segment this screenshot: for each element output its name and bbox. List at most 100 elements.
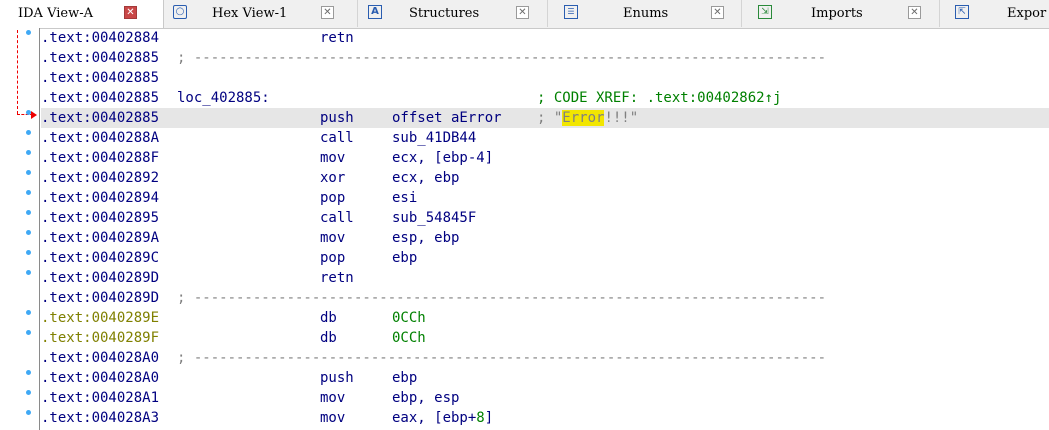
operand: 0CCh [392,310,426,326]
close-icon[interactable]: ✕ [711,6,724,19]
breakpoint-dot-icon[interactable] [26,30,31,35]
address: .text:00402885 [41,110,160,126]
code-line[interactable]: .text:0040289A mov esp, ebp [41,228,1049,248]
breakpoint-dot-icon[interactable] [26,390,31,395]
tab-bar: IDA View-A ✕ ○ Hex View-1 ✕ A Structures… [0,0,1049,29]
enums-icon: ☰ [564,5,578,19]
operand: esi [392,190,418,206]
mnemonic: mov [320,410,346,426]
operand: 0CCh [392,330,426,346]
operand: sub_54845F [392,210,477,226]
breakpoint-dot-icon[interactable] [26,170,31,175]
address: .text:0040289A [41,230,160,246]
tab-label: Structures [409,6,480,21]
code-line[interactable]: .text:0040289D ; ------------------------… [41,288,1049,308]
address: .text:00402892 [41,170,160,186]
address: .text:00402894 [41,190,160,206]
code-line[interactable]: .text:0040289D retn [41,268,1049,288]
string-comment: ; "Error!!!" [537,110,639,126]
breakpoint-dot-icon[interactable] [26,270,31,275]
xref-comment: ; CODE XREF: .text:00402862↑j [537,90,782,106]
tab-enums[interactable]: ☰ Enums ✕ [548,0,742,27]
code-line[interactable]: .text:004028A0 push ebp [41,368,1049,388]
operand: ebp [392,250,418,266]
mnemonic: mov [320,230,346,246]
mnemonic: retn [320,30,354,46]
address: .text:0040288A [41,130,160,146]
operand: ebp [392,370,418,386]
tab-imports[interactable]: ⇲ Imports ✕ [742,0,940,27]
structures-icon: A [368,5,382,19]
code-line[interactable]: .text:004028A0 ; ------------------------… [41,348,1049,368]
address: .text:00402885 [41,90,160,106]
breakpoint-dot-icon[interactable] [26,110,31,115]
breakpoint-dot-icon[interactable] [26,130,31,135]
code-line[interactable]: .text:0040288F mov ecx, [ebp-4] [41,148,1049,168]
operand: ecx, [ebp-4] [392,150,494,166]
jump-arrow-head-icon [31,111,37,119]
operand: ecx, ebp [392,170,460,186]
close-icon[interactable]: ✕ [321,6,334,19]
code-line[interactable]: .text:00402885 loc_402885: ; CODE XREF: .t… [41,88,1049,108]
address: .text:0040289E [41,310,160,326]
code-line[interactable]: .text:0040289F db 0CCh [41,328,1049,348]
separator-line: ; --------------------------------------… [177,290,827,306]
mnemonic: call [320,210,354,226]
breakpoint-dot-icon[interactable] [26,330,31,335]
code-line[interactable]: .text:00402895 call sub_54845F [41,208,1049,228]
operand: esp, ebp [392,230,460,246]
breakpoint-dot-icon[interactable] [26,230,31,235]
hex-view-icon: ○ [173,5,187,19]
exports-icon: ⇱ [955,5,969,19]
close-icon[interactable]: ✕ [124,6,137,19]
tab-ida-view-a[interactable]: IDA View-A ✕ [0,0,164,28]
code-line[interactable]: .text:0040289E db 0CCh [41,308,1049,328]
breakpoint-dot-icon[interactable] [26,310,31,315]
code-label: loc_402885: [177,90,270,106]
code-line[interactable]: .text:0040288A call sub_41DB44 [41,128,1049,148]
code-line[interactable]: .text:00402885 ; ------------------------… [41,48,1049,68]
address: .text:004028A1 [41,390,160,406]
breakpoint-dot-icon[interactable] [26,370,31,375]
code-line[interactable]: .text:00402884 retn [41,28,1049,48]
tab-hex-view-1[interactable]: ○ Hex View-1 ✕ [164,0,358,27]
close-icon[interactable]: ✕ [516,6,529,19]
breakpoint-dot-icon[interactable] [26,210,31,215]
mnemonic: retn [320,270,354,286]
mnemonic: db [320,310,337,326]
code-line[interactable]: .text:00402885 push offset aError ; "Error!… [41,108,1049,128]
code-line[interactable]: .text:00402892 xor ecx, ebp [41,168,1049,188]
disassembly-view[interactable]: .text:00402884 retn .text:00402885 ; ------… [0,28,1049,430]
address: .text:00402885 [41,70,160,86]
gutter-separator [39,28,40,430]
operand: sub_41DB44 [392,130,477,146]
code-line[interactable]: .text:004028A1 mov ebp, esp [41,388,1049,408]
operand: offset aError [392,110,502,126]
address: .text:004028A0 [41,370,160,386]
tab-label: Enums [623,6,669,21]
breakpoint-dot-icon[interactable] [26,250,31,255]
separator-line: ; --------------------------------------… [177,350,827,366]
address: .text:004028A0 [41,350,160,366]
code-line[interactable]: .text:004028A3 mov eax, [ebp+8] [41,408,1049,428]
address: .text:0040289F [41,330,160,346]
address: .text:0040289D [41,270,160,286]
breakpoint-dot-icon[interactable] [26,410,31,415]
tab-structures[interactable]: A Structures ✕ [358,0,548,27]
code-line[interactable]: .text:00402894 pop esi [41,188,1049,208]
close-icon[interactable]: ✕ [908,6,921,19]
tab-label: Hex View-1 [212,6,288,21]
tab-label: IDA View-A [18,6,93,21]
address: .text:0040289D [41,290,160,306]
code-line[interactable]: .text:00402885 [41,68,1049,88]
mnemonic: mov [320,150,346,166]
operand: ebp, esp [392,390,460,406]
code-line[interactable]: .text:0040289C pop ebp [41,248,1049,268]
tab-label: Imports [811,6,863,21]
operand: eax, [ebp+8] [392,410,494,426]
mnemonic: push [320,370,354,386]
tab-exports[interactable]: ⇱ Expor [940,0,1049,27]
mnemonic: xor [320,170,346,186]
breakpoint-dot-icon[interactable] [26,190,31,195]
breakpoint-dot-icon[interactable] [26,150,31,155]
